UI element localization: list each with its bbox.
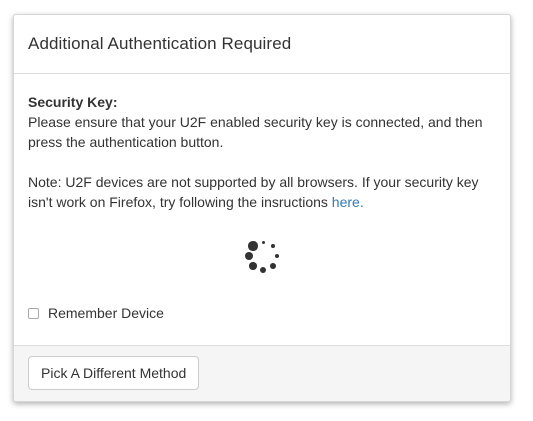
authentication-panel: Additional Authentication Required Secur…: [13, 14, 511, 402]
remember-device-checkbox[interactable]: [28, 307, 39, 319]
spinner-dot: [259, 266, 267, 274]
note-text: Note: U2F devices are not supported by a…: [28, 174, 479, 210]
spinner-dot: [249, 262, 257, 270]
security-key-section: Security Key: Please ensure that your U2…: [28, 92, 496, 152]
spinner-dot: [244, 251, 254, 261]
spinner-dot: [270, 244, 275, 249]
spinner-dot: [270, 263, 276, 269]
panel-header: Additional Authentication Required: [14, 15, 510, 74]
spinner-dot: [274, 253, 280, 259]
loading-spinner-icon: [243, 236, 283, 276]
security-key-label: Security Key:: [28, 94, 118, 110]
spinner-dot: [261, 240, 265, 244]
panel-title: Additional Authentication Required: [28, 34, 292, 53]
security-key-instructions: Please ensure that your U2F enabled secu…: [28, 114, 483, 150]
remember-device-option[interactable]: Remember Device: [28, 303, 164, 323]
browser-support-note: Note: U2F devices are not supported by a…: [28, 172, 496, 212]
pick-different-method-button[interactable]: Pick A Different Method: [28, 356, 200, 390]
instructions-link[interactable]: here.: [332, 194, 364, 210]
panel-footer: Pick A Different Method: [14, 345, 510, 401]
panel-body: Security Key: Please ensure that your U2…: [14, 74, 510, 347]
remember-device-label: Remember Device: [48, 305, 164, 321]
spinner-dot: [248, 241, 258, 251]
